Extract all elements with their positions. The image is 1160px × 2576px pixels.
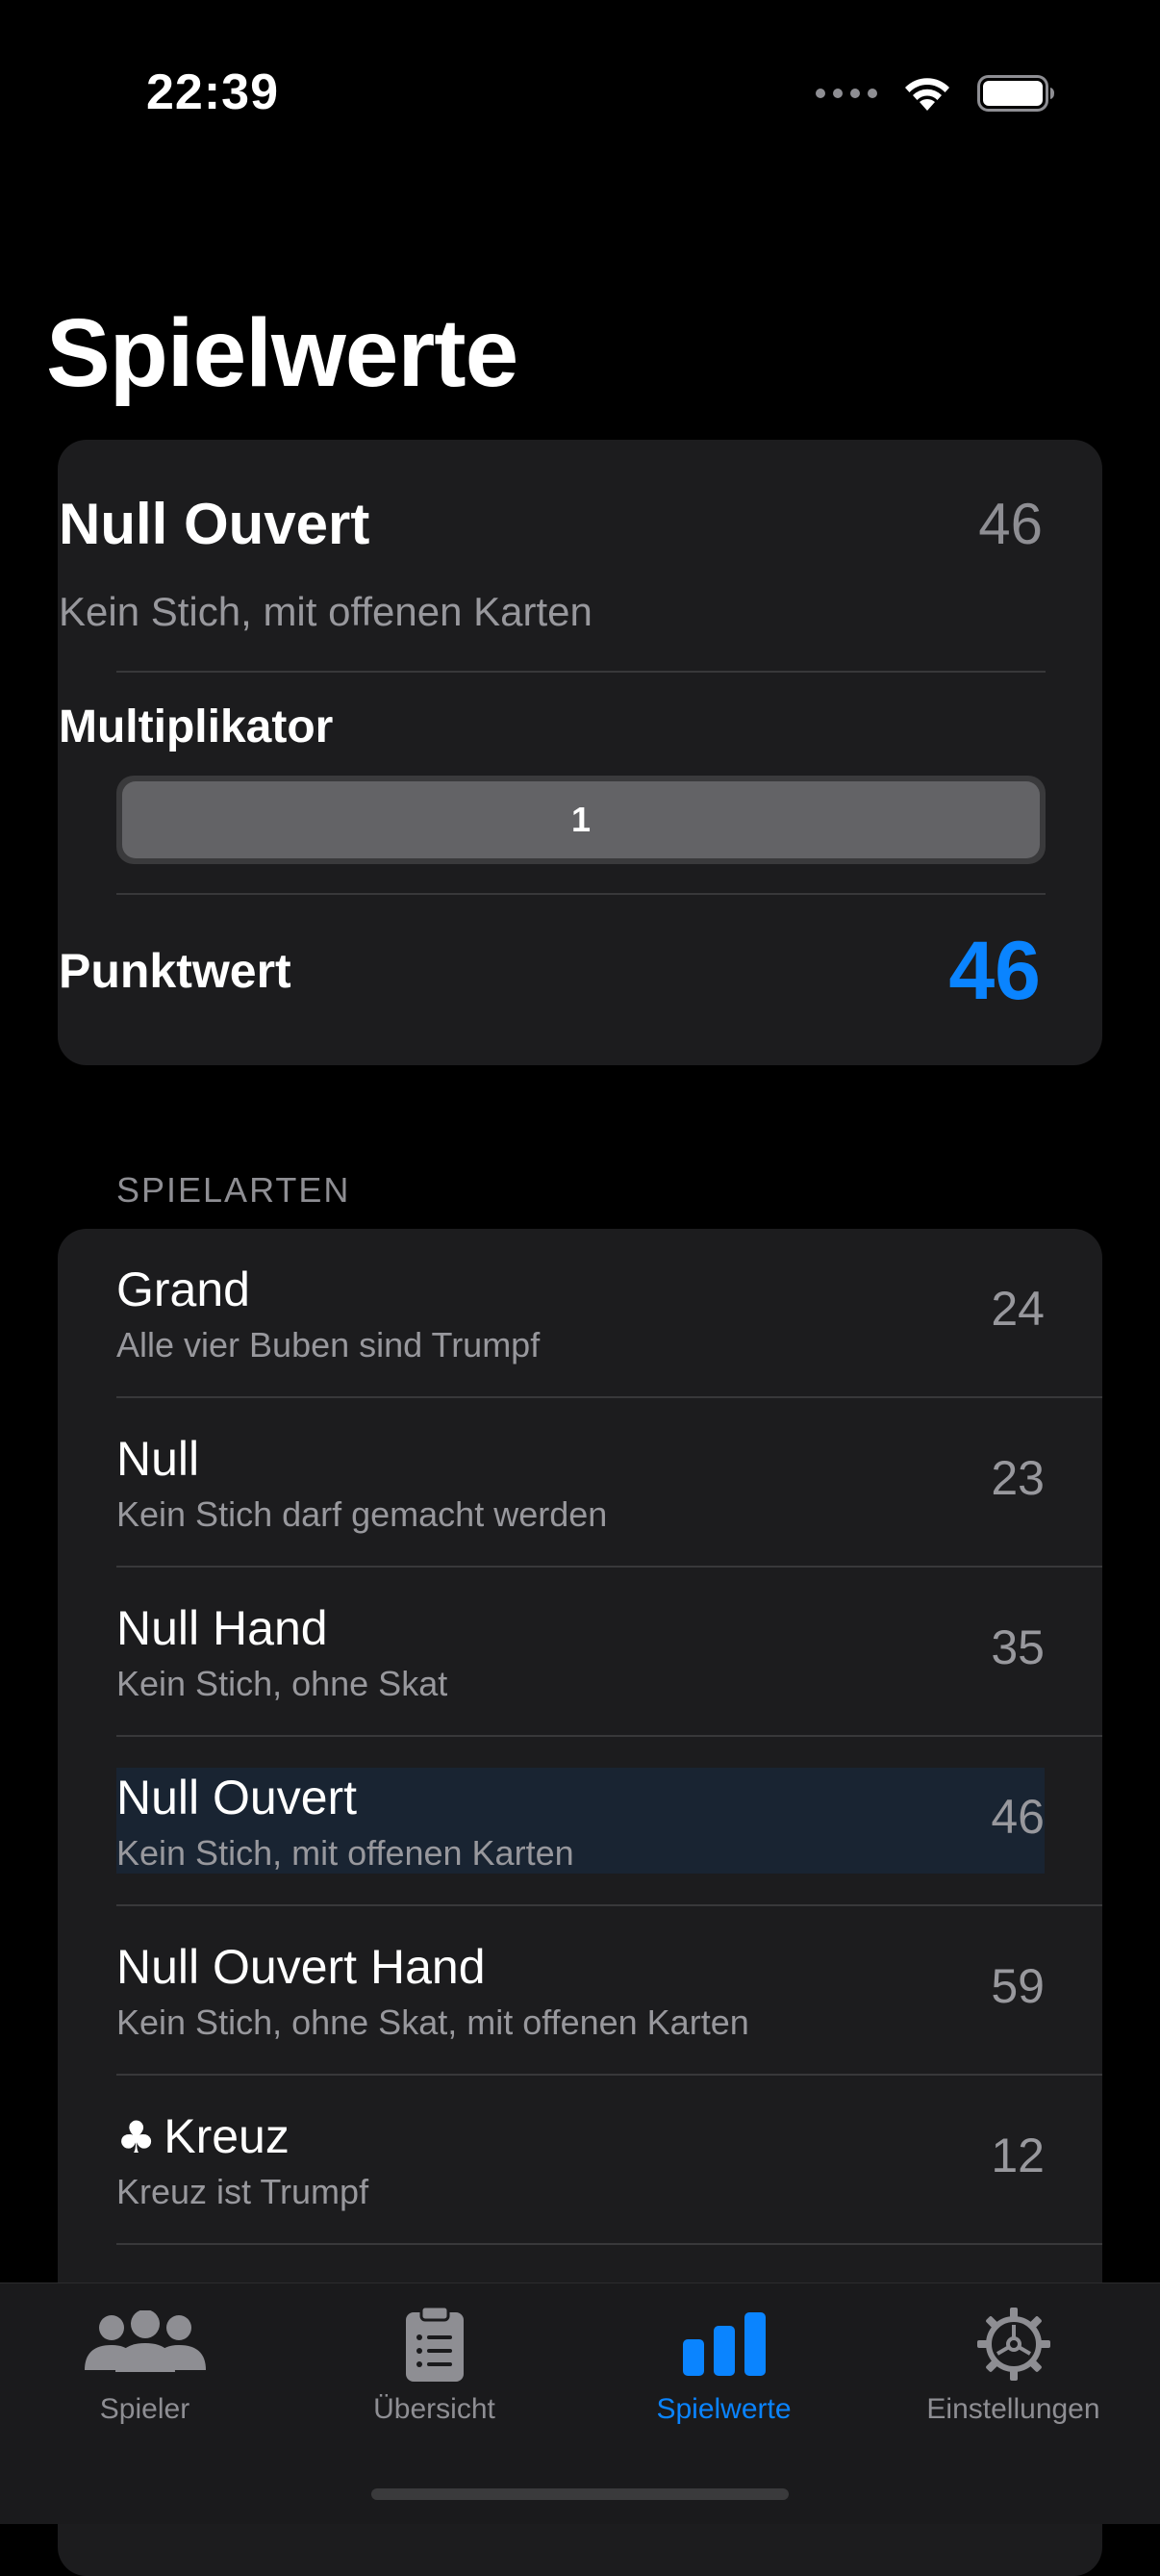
divider xyxy=(116,671,1046,673)
multiplier-segmented-control[interactable]: 1 xyxy=(116,776,1046,864)
list-item-subtitle: Kreuz ist Trumpf xyxy=(116,2172,369,2211)
club-suit-icon: ♣ xyxy=(116,2111,157,2163)
divider xyxy=(116,893,1046,895)
gear-icon xyxy=(976,2308,1050,2381)
bar-chart-icon xyxy=(682,2312,766,2376)
list-item-value: 46 xyxy=(991,1790,1045,1844)
list-item-value: 24 xyxy=(991,1282,1045,1336)
list-item-title: ♣ Kreuz xyxy=(116,2108,290,2164)
status-time: 22:39 xyxy=(146,64,279,120)
battery-icon xyxy=(977,75,1054,112)
home-indicator xyxy=(371,2488,789,2500)
list-item-title-text: Kreuz xyxy=(164,2109,290,2163)
tab-uebersicht[interactable]: Übersicht xyxy=(290,2283,579,2437)
list-item-subtitle: Kein Stich, ohne Skat, mit offenen Karte… xyxy=(116,2002,749,2042)
list-item-null-hand[interactable]: Null Hand Kein Stich, ohne Skat 35 xyxy=(58,1568,1102,1737)
list-item-subtitle: Kein Stich, ohne Skat xyxy=(116,1664,448,1703)
list-item-null[interactable]: Null Kein Stich darf gemacht werden 23 xyxy=(58,1398,1102,1568)
page-title: Spielwerte xyxy=(46,299,518,407)
status-icons xyxy=(816,69,1056,117)
list-item-grand[interactable]: Grand Alle vier Buben sind Trumpf 24 xyxy=(58,1229,1102,1398)
tab-label: Spieler xyxy=(99,2393,190,2425)
multiplier-label: Multiplikator xyxy=(59,701,334,752)
list-item-title: Null xyxy=(116,1432,200,1486)
list-item-null-ouvert-hand[interactable]: Null Ouvert Hand Kein Stich, ohne Skat, … xyxy=(58,1906,1102,2076)
selected-game-title: Null Ouvert xyxy=(59,492,370,556)
list-item-value: 12 xyxy=(991,2129,1045,2182)
list-item-title: Grand xyxy=(116,1262,250,1316)
clipboard-icon xyxy=(405,2305,464,2382)
selected-game-base-value: 46 xyxy=(978,492,1043,556)
list-item-title: Null Ouvert xyxy=(116,1771,358,1824)
points-label: Punktwert xyxy=(59,944,291,998)
tab-label: Spielwerte xyxy=(656,2393,792,2425)
list-item-kreuz[interactable]: ♣ Kreuz Kreuz ist Trumpf 12 xyxy=(58,2076,1102,2245)
list-item-subtitle: Alle vier Buben sind Trumpf xyxy=(116,1325,541,1365)
divider xyxy=(116,2243,1102,2245)
list-item-value: 35 xyxy=(991,1620,1045,1674)
section-header: SPIELARTEN xyxy=(116,1170,351,1210)
tab-einstellungen[interactable]: Einstellungen xyxy=(869,2283,1158,2437)
tab-label: Übersicht xyxy=(373,2393,495,2425)
tab-label: Einstellungen xyxy=(926,2393,1100,2425)
tab-spieler[interactable]: Spieler xyxy=(0,2283,290,2437)
cellular-dots-icon xyxy=(816,89,877,98)
list-item-subtitle: Kein Stich darf gemacht werden xyxy=(116,1494,608,1534)
points-value: 46 xyxy=(948,925,1041,1017)
list-item-value: 23 xyxy=(991,1451,1045,1505)
list-item-value: 59 xyxy=(991,1959,1045,2013)
selected-game-description: Kein Stich, mit offenen Karten xyxy=(59,589,593,634)
list-item-title: Null Hand xyxy=(116,1601,328,1655)
people-icon xyxy=(84,2310,206,2372)
wifi-icon xyxy=(905,78,949,111)
tab-spielwerte[interactable]: Spielwerte xyxy=(579,2283,869,2437)
list-item-subtitle: Kein Stich, mit offenen Karten xyxy=(116,1833,574,1873)
list-item-null-ouvert[interactable]: Null Ouvert Kein Stich, mit offenen Kart… xyxy=(58,1737,1102,1906)
multiplier-segment[interactable]: 1 xyxy=(122,781,1040,858)
list-item-title: Null Ouvert Hand xyxy=(116,1940,486,1994)
